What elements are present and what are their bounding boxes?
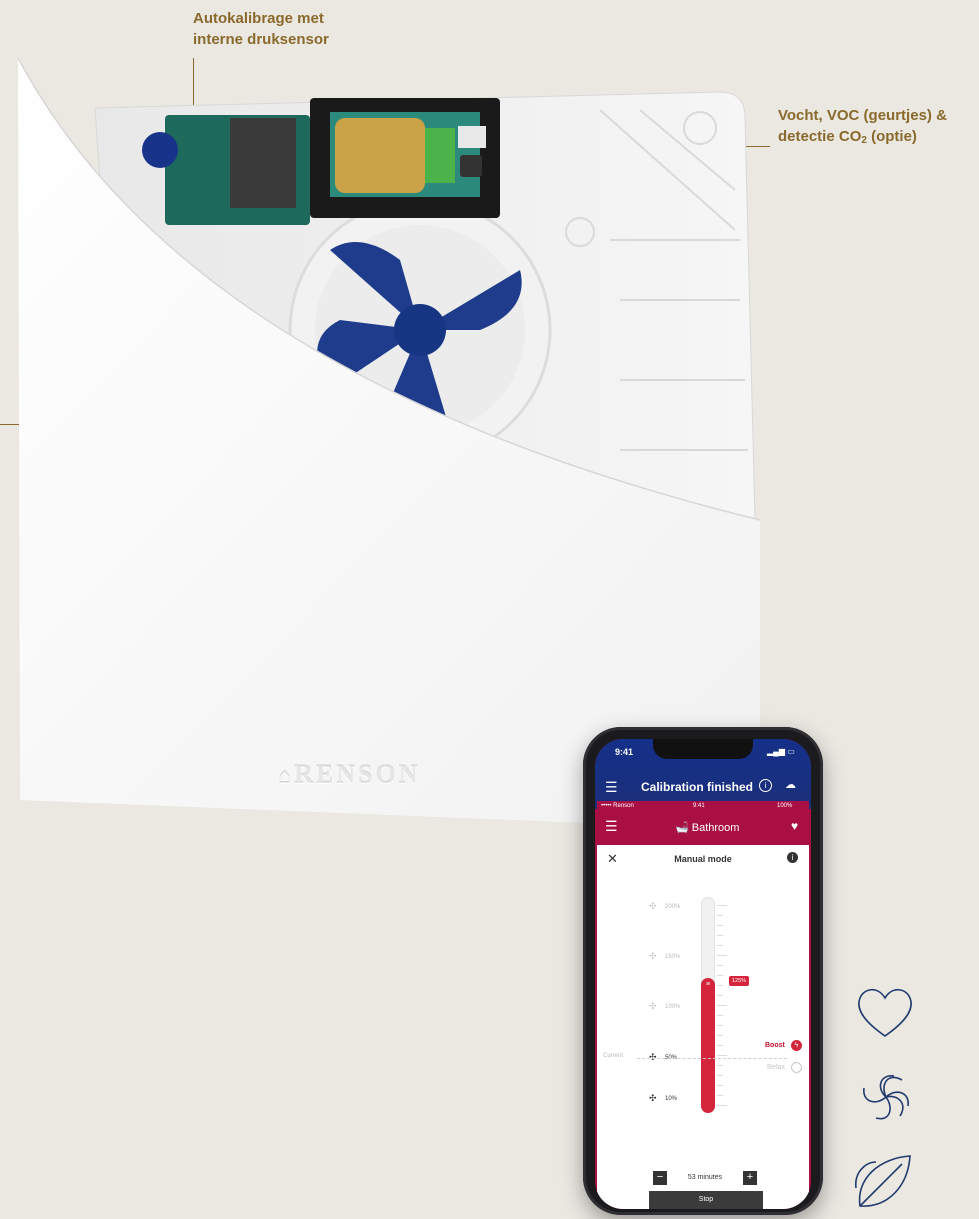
slider-tick	[717, 965, 723, 966]
duration-stepper: − 53 minutes +	[653, 1171, 757, 1185]
leaf-icon	[855, 1155, 911, 1207]
cloud-off-icon[interactable]: ☁	[785, 778, 796, 791]
bathtub-icon: 🛁	[675, 822, 689, 834]
slider-tick	[717, 915, 723, 916]
level-150: 150%	[665, 954, 681, 960]
slider-handle-icon[interactable]: ≡	[701, 981, 715, 988]
inner-status-bar: ••••• Renson 9:41 100%	[597, 801, 809, 813]
slider-tick	[717, 995, 723, 996]
info-filled-icon[interactable]: i	[787, 852, 798, 863]
info-icon[interactable]: i	[759, 779, 772, 792]
relax-label[interactable]: Relax	[767, 1064, 785, 1071]
battery-label: 100%	[777, 803, 793, 809]
level-10: 10%	[665, 1096, 678, 1102]
slider-tick	[717, 1005, 727, 1006]
house-logo-icon: ⌂	[278, 763, 295, 788]
current-label: Current	[603, 1053, 624, 1059]
increase-button[interactable]: +	[743, 1171, 757, 1185]
slider-tick	[717, 1085, 723, 1086]
slider-tick	[717, 985, 723, 986]
stop-button[interactable]: Stop	[649, 1191, 763, 1209]
decrease-button[interactable]: −	[653, 1171, 667, 1185]
phone-screen: 9:41 ▂▄▆ ▭ ☰ Calibration finished i ☁ ••…	[595, 739, 811, 1209]
calibration-title: Calibration finished	[641, 780, 754, 794]
slider-tick	[717, 925, 723, 926]
slider-tick	[717, 905, 727, 906]
inner-time: 9:41	[693, 803, 705, 809]
boost-bolt-icon[interactable]: ϟ	[791, 1040, 802, 1051]
slider-tick	[717, 1105, 727, 1106]
slider-tick	[717, 1055, 727, 1056]
fan-icon: ✣	[649, 951, 657, 961]
slider-tick	[717, 1025, 723, 1026]
level-100: 100%	[665, 1004, 681, 1010]
slider-tick	[717, 945, 723, 946]
calibration-bar: ☰ Calibration finished i ☁	[595, 775, 811, 799]
status-time: 9:41	[615, 747, 634, 757]
hamburger-menu-icon[interactable]: ☰	[605, 779, 618, 796]
slider-tick	[717, 1075, 723, 1076]
level-200: 200%	[665, 904, 681, 910]
blue-knob	[142, 132, 178, 168]
current-line	[637, 1058, 787, 1059]
carrier-label: ••••• Renson	[601, 803, 634, 809]
fan-icon: ✣	[649, 901, 657, 911]
slider-tick	[717, 1035, 723, 1036]
smartphone: 9:41 ▂▄▆ ▭ ☰ Calibration finished i ☁ ••…	[583, 727, 823, 1215]
current-value-tag: 125%	[729, 976, 750, 986]
fan-icon: ✣	[649, 1001, 657, 1011]
slider-tick	[717, 1065, 723, 1066]
slider-tick	[717, 1045, 723, 1046]
slider-tick	[717, 1095, 723, 1096]
fan-icon: ✣	[649, 1093, 657, 1103]
slider-tick	[717, 975, 723, 976]
phone-notch	[653, 739, 753, 759]
brand-logo: ⌂RENSON	[278, 760, 421, 789]
heart-favorite-icon[interactable]: ♥	[791, 819, 798, 833]
slider-tick	[717, 935, 723, 936]
relax-circle-icon[interactable]	[791, 1062, 802, 1073]
manual-mode-panel: ✕ Manual mode i ✣ 200% ✣ 150% ✣ 100% Cur…	[597, 845, 809, 1209]
mode-title: Manual mode	[674, 854, 732, 864]
ventilation-unit-illustration	[17, 57, 761, 830]
app-header: ☰ 🛁 Bathroom ♥	[597, 813, 809, 843]
duration-value: 53 minutes	[687, 1174, 723, 1181]
room-title: 🛁 Bathroom	[675, 822, 740, 834]
level-slider-fill	[701, 978, 715, 1113]
heart-icon	[858, 988, 912, 1037]
app-menu-icon[interactable]: ☰	[605, 818, 618, 835]
slider-tick	[717, 1015, 723, 1016]
signal-battery-icon: ▂▄▆ ▭	[767, 747, 795, 756]
circuit-board	[165, 98, 500, 225]
air-swirl-icon	[863, 1075, 909, 1120]
boost-label[interactable]: Boost	[765, 1042, 785, 1049]
slider-tick	[717, 955, 727, 956]
